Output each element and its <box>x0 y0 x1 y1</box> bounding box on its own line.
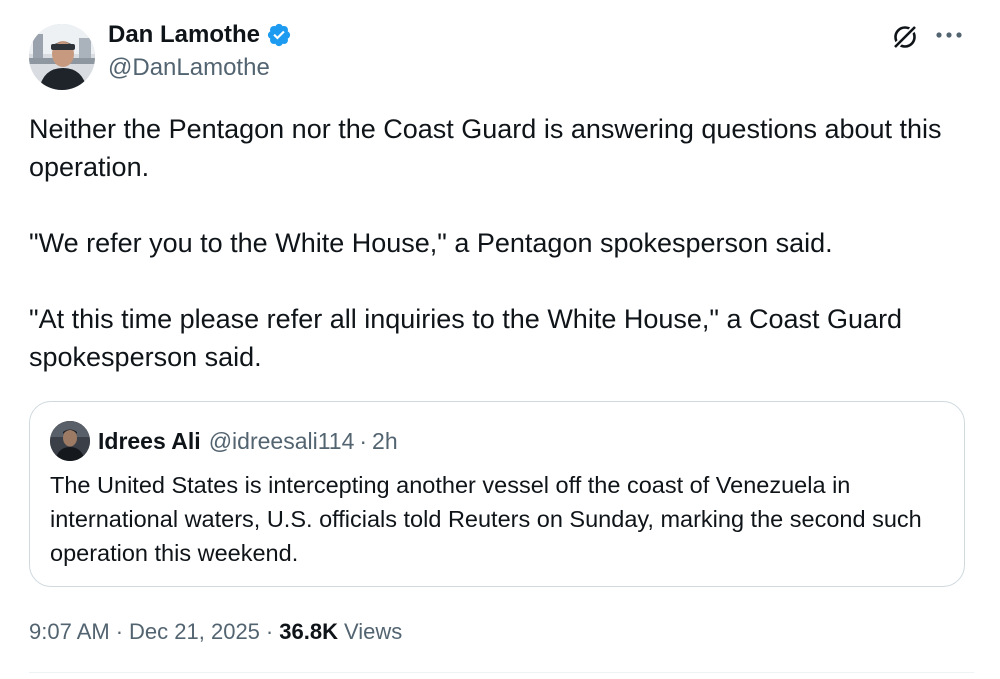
quote-text: The United States is intercepting anothe… <box>50 472 922 566</box>
tweet-paragraph: "At this time please refer all inquiries… <box>29 304 910 372</box>
quote-header: Idrees Ali @idreesali114 · 2h <box>98 426 398 456</box>
tweet-meta: 9:07 AM · Dec 21, 2025 · 36.8K Views <box>29 617 402 647</box>
quote-author-name[interactable]: Idrees Ali <box>98 426 201 456</box>
verified-badge-icon <box>266 22 292 48</box>
author-handle[interactable]: @DanLamothe <box>108 53 270 83</box>
meta-separator: · <box>115 619 124 644</box>
author-avatar[interactable] <box>29 24 95 90</box>
post-date[interactable]: Dec 21, 2025 <box>129 617 260 647</box>
post-time[interactable]: 9:07 AM <box>29 617 110 647</box>
author-name-row[interactable]: Dan Lamothe <box>108 20 292 50</box>
tweet-text: Neither the Pentagon nor the Coast Guard… <box>29 110 974 376</box>
quote-separator: · <box>359 428 368 454</box>
more-options-icon[interactable] <box>934 25 964 45</box>
meta-separator: · <box>265 619 274 644</box>
tweet-paragraph: "We refer you to the White House," a Pen… <box>29 228 833 258</box>
quoted-tweet[interactable]: Idrees Ali @idreesali114 · 2h The United… <box>29 401 965 587</box>
divider <box>29 672 974 673</box>
grok-icon[interactable] <box>890 22 920 52</box>
views-label[interactable]: Views <box>344 617 402 647</box>
quote-timestamp[interactable]: 2h <box>372 426 398 456</box>
quote-author-handle[interactable]: @idreesali114 <box>209 426 355 456</box>
tweet-card: Dan Lamothe @DanLamothe Neither the Pent… <box>0 0 1000 679</box>
quote-avatar-image <box>50 421 90 461</box>
author-name[interactable]: Dan Lamothe <box>108 20 260 50</box>
quote-author-avatar[interactable] <box>50 421 90 461</box>
views-count[interactable]: 36.8K <box>279 617 338 647</box>
avatar-image <box>29 24 95 90</box>
tweet-paragraph: Neither the Pentagon nor the Coast Guard… <box>29 114 950 182</box>
